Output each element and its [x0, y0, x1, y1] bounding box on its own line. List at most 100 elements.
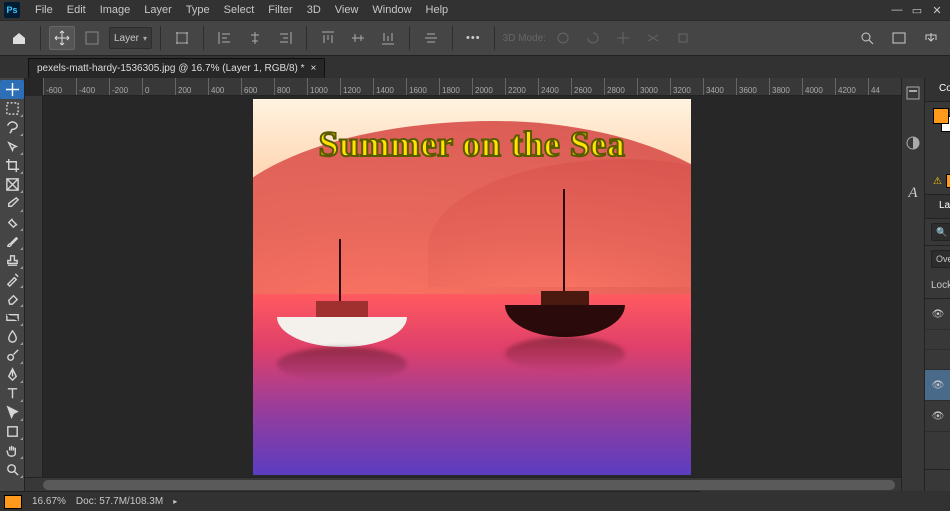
- fg-bg-swatch[interactable]: [933, 108, 950, 132]
- layer-effects-group[interactable]: 👁 Effects: [925, 330, 950, 350]
- close-button[interactable]: ✕: [928, 3, 946, 17]
- menu-edit[interactable]: Edit: [60, 0, 93, 20]
- close-document-icon[interactable]: ×: [311, 63, 317, 74]
- layer-filter-row: 🔍Kind▾ ▦ ◐ T ▭ ▣ ⏻: [925, 219, 950, 246]
- horizontal-scrollbar[interactable]: [25, 477, 901, 491]
- menu-help[interactable]: Help: [419, 0, 456, 20]
- menu-3d[interactable]: 3D: [300, 0, 328, 20]
- layers-panel-footer: ⛓ fx ◻ ◐ 🗀 ▣ 🗑: [925, 469, 950, 491]
- align-left-icon[interactable]: [212, 26, 238, 50]
- menu-filter[interactable]: Filter: [261, 0, 299, 20]
- zoom-level[interactable]: 16.67%: [32, 496, 66, 507]
- vertical-ruler: [25, 96, 43, 477]
- share-icon[interactable]: [918, 26, 944, 50]
- canvas-stage[interactable]: Summer on the Sea: [43, 96, 901, 477]
- menu-file[interactable]: File: [28, 0, 60, 20]
- nearest-color-swatch[interactable]: [946, 174, 950, 188]
- doc-size[interactable]: Doc: 57.7M/108.3M: [76, 496, 163, 507]
- path-select-tool[interactable]: [0, 403, 24, 422]
- align-top-icon[interactable]: [315, 26, 341, 50]
- character-panel-icon[interactable]: A: [902, 182, 924, 204]
- canvas-area: -600-400-2000200400600800100012001400160…: [25, 78, 901, 491]
- document-tab[interactable]: pexels-matt-hardy-1536305.jpg @ 16.7% (L…: [28, 58, 325, 78]
- home-icon[interactable]: [6, 26, 32, 50]
- transform-controls-toggle[interactable]: [169, 26, 195, 50]
- align-bottom-icon[interactable]: [375, 26, 401, 50]
- 3d-mode-label: 3D Mode:: [503, 33, 546, 44]
- tab-color[interactable]: Color: [931, 80, 950, 99]
- blend-mode-dropdown[interactable]: Overlay▾: [931, 250, 950, 268]
- gamut-warning-icon[interactable]: ⚠: [933, 176, 942, 187]
- document-tab-title: pexels-matt-hardy-1536305.jpg @ 16.7% (L…: [37, 63, 305, 74]
- layers-panel-header: Layers Channels Paths ≡: [925, 195, 950, 219]
- brush-tool[interactable]: [0, 232, 24, 251]
- crop-tool[interactable]: [0, 156, 24, 175]
- collapsed-panel-strip: A: [901, 78, 924, 491]
- layer-background[interactable]: 👁 Background copy: [925, 401, 950, 432]
- 3d-orbit-icon: [550, 26, 576, 50]
- status-bar: 16.67% Doc: 57.7M/108.3M ▸: [0, 491, 700, 511]
- move-tool-icon[interactable]: [49, 26, 75, 50]
- tab-layers[interactable]: Layers: [931, 197, 950, 216]
- status-menu-caret[interactable]: ▸: [173, 497, 177, 506]
- menu-type[interactable]: Type: [179, 0, 217, 20]
- minimize-button[interactable]: —: [888, 3, 906, 17]
- align-hcenter-icon[interactable]: [242, 26, 268, 50]
- marquee-tool[interactable]: [0, 99, 24, 118]
- align-right-icon[interactable]: [272, 26, 298, 50]
- window-controls: — ▭ ✕: [888, 3, 946, 17]
- artboard: Summer on the Sea: [253, 99, 691, 475]
- auto-select-toggle[interactable]: [79, 26, 105, 50]
- layer-gradient[interactable]: 👁 Layer 1: [925, 370, 950, 401]
- gradient-tool[interactable]: [0, 308, 24, 327]
- layer-text[interactable]: 👁 T Summer on the Sea fx ▾: [925, 299, 950, 330]
- visibility-toggle-icon[interactable]: 👁: [931, 380, 945, 391]
- healing-tool[interactable]: [0, 213, 24, 232]
- more-align-icon[interactable]: •••: [461, 26, 486, 50]
- foreground-color-swatch[interactable]: [933, 108, 949, 124]
- type-tool[interactable]: [0, 384, 24, 403]
- history-brush-tool[interactable]: [0, 270, 24, 289]
- app-badge: Ps: [4, 2, 20, 18]
- layer-effect-stroke[interactable]: 👁 Stroke: [925, 350, 950, 370]
- right-panels: Color Swatches ≡ ⚠ Layers Channels Paths…: [924, 78, 950, 491]
- history-panel-icon[interactable]: [902, 82, 924, 104]
- adjustments-panel-icon[interactable]: [902, 132, 924, 154]
- quick-select-tool[interactable]: [0, 137, 24, 156]
- frame-tool[interactable]: [0, 175, 24, 194]
- menu-layer[interactable]: Layer: [137, 0, 179, 20]
- 3d-slide-icon: [640, 26, 666, 50]
- eraser-tool[interactable]: [0, 289, 24, 308]
- distribute-icon[interactable]: [418, 26, 444, 50]
- lock-label: Lock:: [931, 280, 950, 291]
- move-tool[interactable]: [0, 80, 24, 99]
- hand-tool[interactable]: [0, 441, 24, 460]
- pen-tool[interactable]: [0, 365, 24, 384]
- restore-button[interactable]: ▭: [908, 3, 926, 17]
- dodge-tool[interactable]: [0, 346, 24, 365]
- search-icon[interactable]: [854, 26, 880, 50]
- boat-right: [505, 257, 625, 337]
- menu-window[interactable]: Window: [365, 0, 418, 20]
- lasso-tool[interactable]: [0, 118, 24, 137]
- align-vcenter-icon[interactable]: [345, 26, 371, 50]
- options-bar: Layer▾ ••• 3D Mode:: [0, 20, 950, 56]
- menu-bar: Ps File Edit Image Layer Type Select Fil…: [0, 0, 950, 20]
- color-warning-row: ⚠: [925, 174, 950, 194]
- zoom-tool[interactable]: [0, 460, 24, 479]
- shape-tool[interactable]: [0, 422, 24, 441]
- blur-tool[interactable]: [0, 327, 24, 346]
- auto-select-target-dropdown[interactable]: Layer▾: [109, 27, 152, 49]
- view-options-icon[interactable]: [886, 26, 912, 50]
- lock-fill-row: Lock: ▦ ✎ ✥ ▭ 🔒 Fill: 100%▾: [925, 272, 950, 299]
- boat-left: [277, 267, 407, 347]
- visibility-toggle-icon[interactable]: 👁: [931, 411, 945, 422]
- status-fg-swatch[interactable]: [4, 495, 22, 509]
- layer-filter-kind-dropdown[interactable]: 🔍Kind▾: [931, 223, 950, 241]
- visibility-toggle-icon[interactable]: 👁: [931, 309, 945, 320]
- stamp-tool[interactable]: [0, 251, 24, 270]
- menu-view[interactable]: View: [328, 0, 366, 20]
- menu-select[interactable]: Select: [217, 0, 262, 20]
- menu-image[interactable]: Image: [93, 0, 138, 20]
- eyedropper-tool[interactable]: [0, 194, 24, 213]
